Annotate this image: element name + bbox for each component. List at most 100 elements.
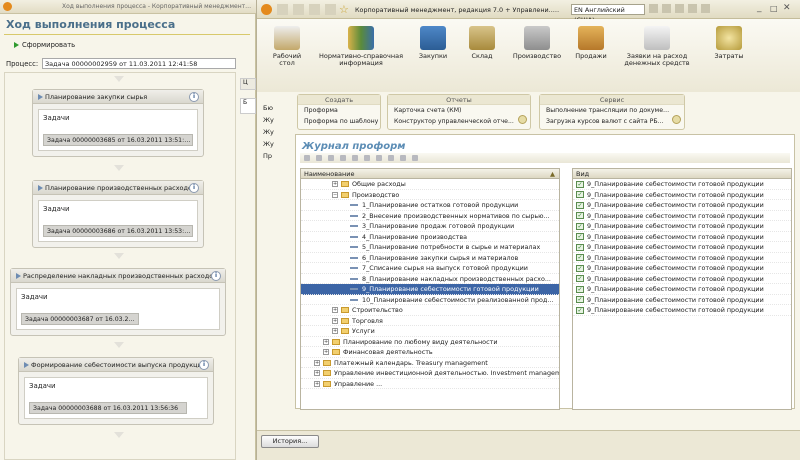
report-constructor-link[interactable]: Конструктор управленческой отче... <box>388 116 530 127</box>
nav-item[interactable]: Пр <box>263 150 289 162</box>
process-step-block[interactable]: Распределение накладных производственных… <box>10 268 226 336</box>
collapse-icon[interactable]: − <box>332 191 338 198</box>
task-field[interactable]: Задача 00000003688 от 16.03.2011 13:56:3… <box>29 402 187 414</box>
copy-icon[interactable] <box>328 155 334 161</box>
vid-row[interactable]: ✓ 9_Планирование себестоимости готовой пр… <box>573 305 791 316</box>
tree-item-row[interactable]: 5_Планирование потребности в сырье и мат… <box>301 242 559 253</box>
account-card-link[interactable]: Карточка счета (КМ) <box>388 105 530 116</box>
section-costs[interactable]: Затраты <box>705 19 753 60</box>
vid-row[interactable]: ✓ 9_Планирование себестоимости готовой пр… <box>573 179 791 190</box>
column-header-vid[interactable]: Вид <box>573 169 791 179</box>
vid-row[interactable]: ✓ 9_Планирование себестоимости готовой пр… <box>573 200 791 211</box>
tree-item-row[interactable]: 10_Планирование себестоимости реализован… <box>301 295 559 305</box>
forward-icon[interactable] <box>309 4 320 15</box>
sort-asc-icon[interactable]: ▲ <box>550 169 555 179</box>
tree-item-row[interactable]: 9_Планирование себестоимости готовой про… <box>301 284 559 295</box>
vid-row[interactable]: ✓ 9_Планирование себестоимости готовой пр… <box>573 295 791 305</box>
task-field[interactable]: Задача 00000003685 от 16.03.2011 13:51:5… <box>43 134 193 146</box>
section-reference[interactable]: Нормативно-справочная информация <box>315 19 407 67</box>
favorite-icon[interactable]: ☆ <box>339 3 349 16</box>
section-warehouse[interactable]: Склад <box>459 19 505 60</box>
tree-folder-row[interactable]: + Финансовая деятельность <box>301 347 559 358</box>
tree-folder-row[interactable]: + Услуги <box>301 326 559 337</box>
level-up-icon[interactable] <box>400 155 406 161</box>
nav-item[interactable]: Жу <box>263 138 289 150</box>
expand-icon[interactable]: + <box>323 338 329 345</box>
info-icon[interactable]: i <box>211 271 221 281</box>
calendar-icon[interactable] <box>675 4 684 13</box>
vid-row[interactable]: ✓ 9_Планирование себестоимости готовой пр… <box>573 284 791 295</box>
info-icon[interactable]: i <box>199 360 209 370</box>
edit-icon[interactable] <box>340 155 346 161</box>
expand-icon[interactable]: + <box>332 307 338 313</box>
create-proforma-link[interactable]: Проформа <box>298 105 380 116</box>
expand-icon[interactable]: + <box>314 359 320 366</box>
expand-icon[interactable]: + <box>332 317 338 324</box>
history-button[interactable]: История... <box>261 435 319 448</box>
tree-folder-row[interactable]: + Управление ... <box>301 379 559 389</box>
vid-row[interactable]: ✓ 9_Планирование себестоимости готовой пр… <box>573 211 791 221</box>
tree-folder-row[interactable]: + Общие расходы <box>301 179 559 190</box>
filter-icon[interactable] <box>364 155 370 161</box>
section-purchases[interactable]: Закупки <box>409 19 457 60</box>
copy-icon[interactable] <box>649 4 658 13</box>
memory-icon[interactable] <box>688 4 697 13</box>
task-field[interactable]: Задача 00000003686 от 16.03.2011 13:53:1… <box>43 225 193 237</box>
tree-folder-row[interactable]: + Управление инвестиционной деятельностью… <box>301 368 559 379</box>
translation-link[interactable]: Выполнение трансляции по документам <box>540 105 684 116</box>
vid-row[interactable]: ✓ 9_Планирование себестоимости готовой пр… <box>573 190 791 200</box>
more-chevron-icon[interactable] <box>518 115 527 124</box>
process-step-block[interactable]: Планирование закупки сырья i Задачи Задача… <box>32 89 204 157</box>
add-icon[interactable] <box>304 155 310 161</box>
process-step-block[interactable]: Планирование производственных расходов i … <box>32 180 204 248</box>
process-field[interactable]: Задача 00000002959 от 11.03.2011 12:41:5… <box>42 58 236 69</box>
vid-row[interactable]: ✓ 9_Планирование себестоимости готовой пр… <box>573 221 791 232</box>
column-header-name[interactable]: Наименование ▲ <box>301 169 559 179</box>
tree-item-row[interactable]: 6_Планирование закупки сырья и материало… <box>301 253 559 263</box>
more-chevron-icon[interactable] <box>672 115 681 124</box>
info-icon[interactable]: i <box>189 183 199 193</box>
section-desktop[interactable]: Рабочий стол <box>263 19 311 67</box>
expand-icon[interactable]: + <box>314 370 320 376</box>
refresh-icon[interactable] <box>376 155 382 161</box>
vid-row[interactable]: ✓ 9_Планирование себестоимости готовой пр… <box>573 232 791 242</box>
tree-item-row[interactable]: 4_Планирование производства <box>301 232 559 242</box>
tree-item-row[interactable]: 3_Планирование продаж готовой продукции <box>301 221 559 232</box>
vid-row[interactable]: ✓ 9_Планирование себестоимости готовой пр… <box>573 274 791 284</box>
home-icon[interactable] <box>325 4 336 15</box>
back-icon[interactable] <box>293 4 304 15</box>
section-sales[interactable]: Продажи <box>569 19 613 60</box>
process-window-tab[interactable]: Ход выполнения процесса - Корпоративный … <box>62 3 252 10</box>
process-step-block[interactable]: Формирование себестоимости выпуска проду… <box>18 357 214 425</box>
tree-item-row[interactable]: 7_Списание сырья на выпуск готовой проду… <box>301 263 559 274</box>
expand-icon[interactable]: + <box>323 349 329 355</box>
expand-icon[interactable]: + <box>332 181 338 187</box>
delete-icon[interactable] <box>352 155 358 161</box>
tree-folder-row[interactable]: + Платежный календарь. Treasury managemen… <box>301 358 559 368</box>
section-cash-requests[interactable]: Заявки на расход денежных средств <box>615 19 699 67</box>
tree-folder-row[interactable]: + Строительство <box>301 305 559 316</box>
vid-row[interactable]: ✓ 9_Планирование себестоимости готовой пр… <box>573 253 791 263</box>
calculator-icon[interactable] <box>662 4 671 13</box>
task-field[interactable]: Задача 00000003687 от 16.03.2011 13:56:0… <box>21 313 139 325</box>
info-icon[interactable] <box>701 4 710 13</box>
close-icon[interactable]: ✕ <box>783 3 791 13</box>
vid-row[interactable]: ✓ 9_Планирование себестоимости готовой пр… <box>573 242 791 253</box>
expand-icon[interactable]: + <box>332 328 338 334</box>
add-folder-icon[interactable] <box>316 155 322 161</box>
generate-button[interactable]: Сформировать <box>14 41 75 49</box>
vid-row[interactable]: ✓ 9_Планирование себестоимости готовой пр… <box>573 263 791 274</box>
minimize-icon[interactable]: _ <box>757 3 762 13</box>
expand-icon[interactable]: + <box>314 380 320 387</box>
tree-item-row[interactable]: 1_Планирование остатков готовой продукци… <box>301 200 559 211</box>
maximize-icon[interactable]: □ <box>770 4 778 13</box>
tree-item-row[interactable]: 8_Планирование накладных производственны… <box>301 274 559 284</box>
create-proforma-template-link[interactable]: Проформа по шаблону <box>298 116 380 127</box>
tree-item-row[interactable]: 2_Внесение производственных нормативов п… <box>301 211 559 221</box>
nav-item[interactable]: Жу <box>263 114 289 126</box>
section-production[interactable]: Производство <box>507 19 567 60</box>
currency-load-link[interactable]: Загрузка курсов валют с сайта РБ... <box>540 116 684 127</box>
tree-folder-row[interactable]: − Производство <box>301 190 559 200</box>
language-select[interactable]: EN Английский (США) <box>571 4 645 24</box>
info-icon[interactable]: i <box>189 92 199 102</box>
